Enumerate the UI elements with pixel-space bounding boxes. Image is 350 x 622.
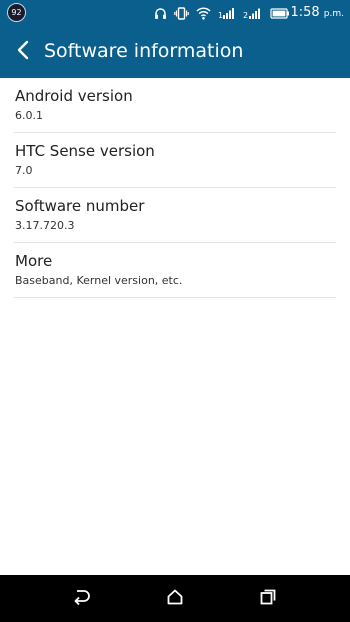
signal-2-icon: 2 (243, 7, 263, 19)
item-title: More (15, 252, 53, 270)
notification-count-badge: 92 (7, 3, 26, 22)
nav-recents-button[interactable] (256, 587, 280, 611)
item-title: HTC Sense version (15, 142, 155, 160)
vibrate-icon (174, 6, 189, 20)
app-bar: Software information (0, 25, 350, 78)
wifi-icon (196, 6, 211, 20)
page-title: Software information (44, 40, 244, 62)
screen: 92 1 2 1:58 p.m. Software information An… (0, 0, 350, 622)
status-time-ampm: p.m. (323, 9, 344, 19)
nav-bar (0, 575, 350, 622)
list-item-software-number[interactable]: Software number 3.17.720.3 (14, 188, 336, 243)
list-item-more[interactable]: More Baseband, Kernel version, etc. (14, 243, 336, 298)
item-value: 6.0.1 (15, 109, 43, 122)
status-time: 1:58 p.m. (290, 4, 344, 23)
item-value: Baseband, Kernel version, etc. (15, 274, 183, 287)
chevron-left-icon (15, 40, 31, 64)
recents-icon (259, 588, 277, 610)
item-title: Software number (15, 197, 145, 215)
back-arrow-icon (71, 588, 91, 610)
list-item-htc-sense-version[interactable]: HTC Sense version 7.0 (14, 133, 336, 188)
nav-back-button[interactable] (69, 587, 93, 611)
signal-icon: 1 (218, 7, 236, 19)
item-value: 3.17.720.3 (15, 219, 75, 232)
nav-home-button[interactable] (163, 587, 187, 611)
status-icons: 1 2 (154, 4, 290, 22)
svg-text:1: 1 (218, 11, 223, 19)
software-info-list: Android version 6.0.1 HTC Sense version … (0, 78, 350, 298)
status-time-value: 1:58 (290, 5, 320, 20)
home-icon (166, 588, 184, 610)
status-bar: 92 1 2 1:58 p.m. (0, 0, 350, 25)
svg-text:2: 2 (243, 11, 248, 19)
list-item-android-version[interactable]: Android version 6.0.1 (14, 78, 336, 133)
item-value: 7.0 (15, 164, 33, 177)
back-button[interactable] (8, 37, 38, 67)
item-title: Android version (15, 87, 133, 105)
battery-icon (270, 7, 290, 19)
headphones-icon (154, 7, 167, 20)
